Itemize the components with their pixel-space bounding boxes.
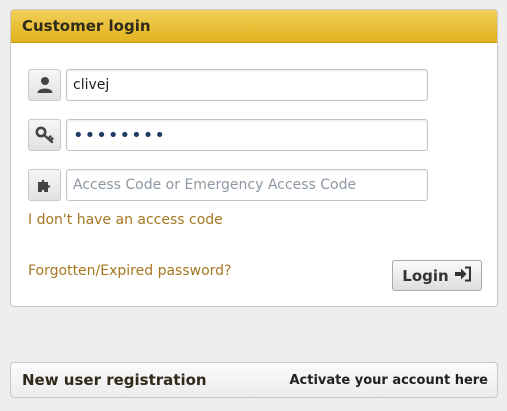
user-icon	[28, 69, 61, 101]
password-field[interactable]	[66, 119, 428, 151]
sign-in-icon	[454, 266, 472, 286]
access-code-field[interactable]	[66, 169, 428, 201]
username-field[interactable]	[66, 69, 428, 101]
login-button-label: Login	[402, 266, 449, 285]
key-icon	[28, 119, 61, 151]
puzzle-icon	[28, 169, 61, 201]
access-code-row	[28, 168, 428, 202]
panel-header: Customer login	[11, 10, 497, 43]
no-access-code-link[interactable]: I don't have an access code	[28, 212, 223, 228]
login-button[interactable]: Login	[392, 260, 482, 291]
registration-title: New user registration	[22, 371, 207, 389]
customer-login-panel: Customer login I don't have an a	[10, 9, 498, 307]
activate-account-link[interactable]: Activate your account here	[289, 373, 488, 388]
username-row	[28, 68, 428, 102]
registration-panel: New user registration Activate your acco…	[10, 362, 498, 398]
panel-title: Customer login	[22, 17, 151, 35]
forgot-password-link[interactable]: Forgotten/Expired password?	[28, 263, 231, 279]
password-row	[28, 118, 428, 152]
